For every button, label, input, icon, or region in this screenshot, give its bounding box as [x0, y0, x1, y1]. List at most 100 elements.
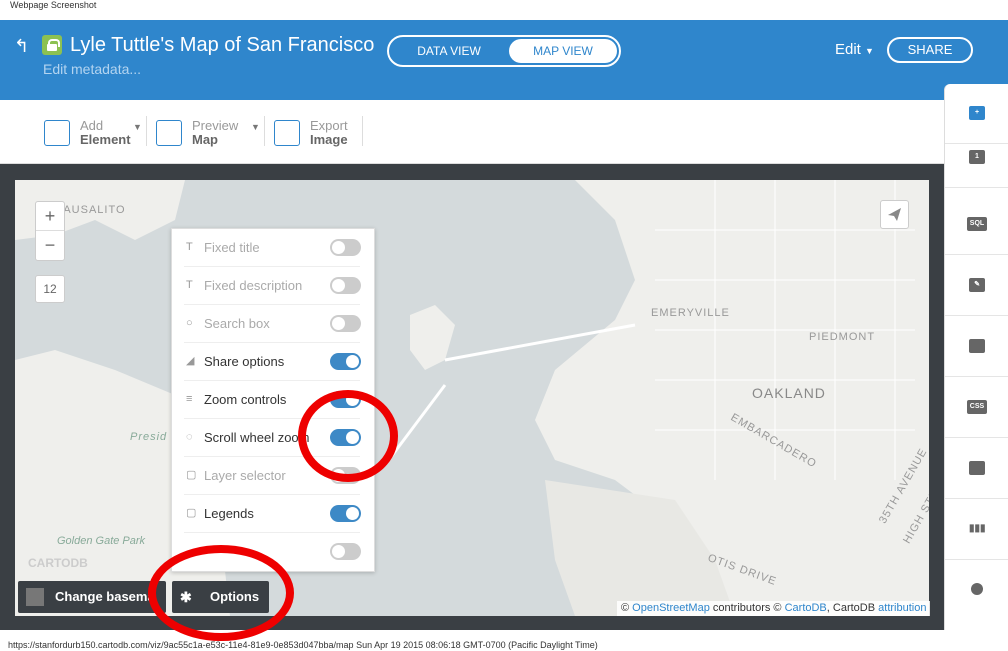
toggle-switch[interactable] [330, 543, 361, 560]
legend-icon: ▢ [186, 507, 197, 519]
share-map-button[interactable] [880, 200, 909, 229]
sidebar-item-wizard[interactable]: ✎ [945, 256, 1008, 316]
zoom-controls: + − [35, 201, 65, 261]
change-basemap-button[interactable]: Change basema [18, 581, 166, 613]
zoom-in-button[interactable]: + [36, 202, 64, 231]
divider [362, 116, 363, 146]
image-icon [274, 120, 300, 146]
toolbar: Add Element ▼ Preview Map ▼ Export Image [0, 100, 944, 164]
sidebar-item-filters[interactable]: ▮▮▮ [945, 500, 1008, 560]
search-icon: ○ [186, 317, 193, 329]
map-canvas[interactable]: SAUSALITO EMERYVILLE PIEDMONT OAKLAND Pr… [15, 180, 929, 616]
place-label: PIEDMONT [809, 331, 876, 343]
caption-bottom: https://stanfordurb150.cartodb.com/viz/9… [8, 640, 598, 650]
export-image-button[interactable]: Export Image [274, 118, 354, 150]
tool-label-line2: Map [192, 132, 218, 147]
cartodb-logo: CARTODB [28, 556, 88, 570]
toggle-switch[interactable] [330, 505, 361, 522]
brush-icon: ✎ [969, 278, 985, 292]
back-arrow-icon[interactable]: ↰ [14, 36, 29, 57]
caption-top: Webpage Screenshot [10, 0, 97, 10]
option-label: Scroll wheel zoom [204, 430, 310, 445]
sidebar-item-layer-marker[interactable] [945, 561, 1008, 621]
caret-down-icon: ▼ [251, 122, 260, 132]
tab-data-view[interactable]: DATA VIEW [391, 39, 507, 63]
option-label: Search box [204, 316, 270, 331]
zoom-level: 12 [35, 275, 65, 303]
bar-chart-icon: ▮▮▮ [969, 523, 986, 534]
page-title[interactable]: Lyle Tuttle's Map of San Francisco [70, 34, 374, 57]
sidebar-item-sql[interactable]: SQL [945, 195, 1008, 255]
text-icon: T [186, 279, 193, 291]
annotation-circle [298, 390, 398, 482]
right-sidebar: + 1 SQL ✎ CSS ▮▮▮ [944, 84, 1008, 630]
option-label: Fixed title [204, 240, 260, 255]
lock-icon[interactable] [42, 35, 62, 55]
option-label: Legends [204, 506, 254, 521]
toggle-switch[interactable] [330, 239, 361, 256]
tool-label-line2: Element [80, 132, 131, 147]
add-element-icon [44, 120, 70, 146]
css-icon: CSS [967, 400, 987, 414]
attribution-copy: © [621, 602, 630, 614]
option-fixed-description: T Fixed description [184, 267, 361, 305]
option-share-options: ◢ Share options [184, 343, 361, 381]
tool-label-line2: Image [310, 132, 348, 147]
edit-metadata-link[interactable]: Edit metadata... [43, 61, 141, 77]
zoom-out-button[interactable]: − [36, 231, 64, 260]
divider [146, 116, 147, 146]
caret-down-icon: ▼ [865, 46, 874, 56]
option-legends: ▢ Legends [184, 495, 361, 533]
share-icon: ◢ [186, 355, 195, 367]
tool-label-line1: Export [310, 118, 348, 133]
osm-link[interactable]: OpenStreetMap [632, 602, 710, 614]
sidebar-item-infowindow[interactable] [945, 317, 1008, 377]
edit-label: Edit [835, 41, 861, 58]
edit-menu[interactable]: Edit ▼ [835, 41, 874, 58]
preview-map-button[interactable]: Preview Map ▼ [156, 118, 260, 150]
add-element-button[interactable]: Add Element ▼ [44, 118, 144, 150]
app-header: ↰ Lyle Tuttle's Map of San Francisco Edi… [0, 20, 1008, 100]
share-button[interactable]: SHARE [887, 37, 973, 63]
toggle-switch[interactable] [330, 277, 361, 294]
option-label: Zoom controls [204, 392, 287, 407]
sidebar-item-css[interactable]: CSS [945, 378, 1008, 438]
legend-icon [969, 461, 985, 475]
sidebar-item-layer-1[interactable]: 1 [945, 128, 1008, 188]
attribution-text: , CartoDB [826, 602, 876, 614]
caret-down-icon: ▼ [133, 122, 142, 132]
option-search-box: ○ Search box [184, 305, 361, 343]
marker-icon [971, 583, 983, 595]
place-label: OAKLAND [752, 385, 826, 401]
annotation-circle [148, 545, 294, 641]
mouse-icon: ◌ [186, 431, 193, 443]
place-label: Presid [130, 431, 168, 443]
tool-label-line1: Add [80, 118, 104, 133]
preview-icon [156, 120, 182, 146]
option-fixed-title: T Fixed title [184, 229, 361, 267]
text-icon: T [186, 241, 193, 253]
map-attribution: © OpenStreetMap contributors © CartoDB, … [617, 601, 931, 616]
divider [264, 116, 265, 146]
comment-icon [969, 339, 985, 353]
tab-map-view[interactable]: MAP VIEW [509, 39, 617, 63]
attribution-link[interactable]: attribution [878, 602, 926, 614]
option-label: Fixed description [204, 278, 303, 293]
layer-number-icon: 1 [969, 150, 985, 164]
basemap-label: Change basema [55, 589, 155, 604]
toggle-switch[interactable] [330, 315, 361, 332]
attribution-text: contributors © [712, 602, 782, 614]
zoom-icon: ≡ [186, 393, 193, 405]
paper-plane-icon [888, 208, 901, 221]
view-toggle: DATA VIEW MAP VIEW [387, 35, 621, 67]
toggle-switch[interactable] [330, 353, 361, 370]
option-label: Layer selector [204, 468, 286, 483]
cartodb-link[interactable]: CartoDB [785, 602, 827, 614]
place-label: Golden Gate Park [57, 535, 146, 547]
sql-icon: SQL [967, 217, 987, 231]
tool-label-line1: Preview [192, 118, 239, 133]
layers-icon: ▢ [186, 469, 197, 481]
option-label: Share options [204, 354, 285, 369]
place-label: EMERYVILLE [651, 307, 730, 319]
sidebar-item-legends[interactable] [945, 439, 1008, 499]
